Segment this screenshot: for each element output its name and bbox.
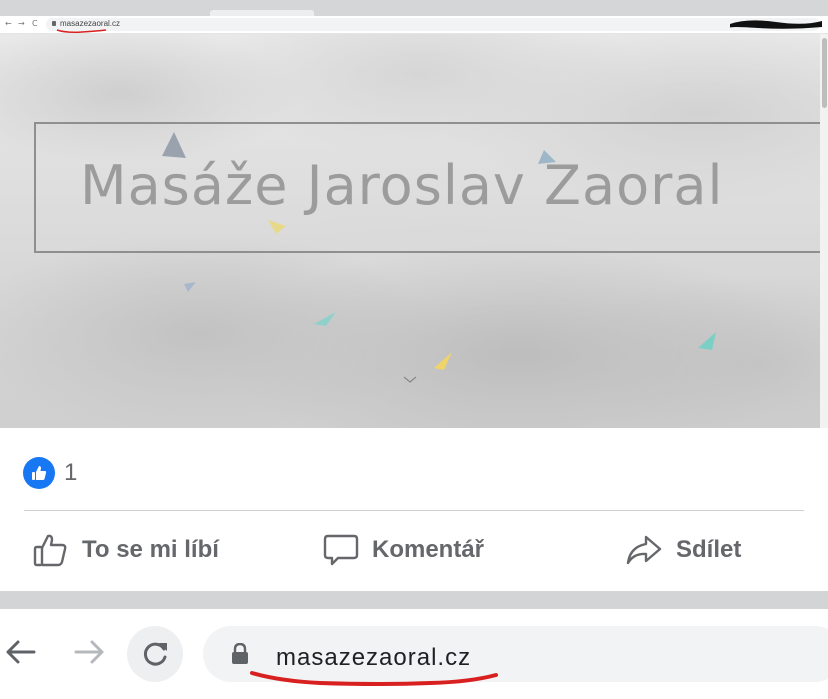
like-button[interactable]: To se mi líbí bbox=[32, 524, 219, 576]
scroll-down-chevron-icon[interactable] bbox=[403, 376, 417, 384]
site-title: Masáže Jaroslav Zaoral bbox=[80, 154, 724, 217]
post-footer: 1 To se mi líbí Komentář Sdílet bbox=[0, 428, 828, 591]
lock-icon[interactable] bbox=[231, 643, 249, 665]
reload-icon bbox=[143, 642, 167, 666]
comment-button-label: Komentář bbox=[372, 536, 485, 563]
site-scroll-thumb[interactable] bbox=[822, 38, 827, 108]
decor-triangle-yellow-2 bbox=[434, 352, 452, 370]
reload-button[interactable] bbox=[127, 626, 183, 682]
forward-button[interactable] bbox=[70, 632, 110, 672]
comment-button[interactable]: Komentář bbox=[322, 524, 484, 576]
mini-browser-bar: ← → C masazezaoral.cz bbox=[0, 16, 828, 34]
decor-triangle-blue bbox=[538, 150, 556, 164]
decor-triangle-gray bbox=[162, 132, 186, 158]
mini-url-text: masazezaoral.cz bbox=[60, 19, 121, 28]
like-button-label: To se mi líbí bbox=[82, 536, 219, 563]
mini-back-icon[interactable]: ← bbox=[5, 19, 12, 28]
thumbs-up-outline-icon bbox=[33, 534, 67, 567]
share-icon bbox=[626, 535, 662, 565]
separator-band bbox=[0, 591, 828, 609]
red-underline-annotation bbox=[250, 671, 498, 686]
like-reaction-icon[interactable] bbox=[23, 457, 55, 489]
share-button[interactable]: Sdílet bbox=[624, 524, 741, 576]
forward-arrow-icon bbox=[74, 640, 104, 664]
back-button[interactable] bbox=[0, 632, 40, 672]
thumbs-up-icon bbox=[32, 466, 47, 480]
website-preview[interactable]: Masáže Jaroslav Zaoral bbox=[0, 34, 828, 428]
mini-address-bar[interactable] bbox=[46, 18, 820, 31]
mini-forward-icon[interactable]: → bbox=[18, 19, 25, 28]
comment-icon bbox=[323, 534, 359, 566]
like-count[interactable]: 1 bbox=[64, 459, 77, 487]
decor-triangle-teal bbox=[314, 312, 336, 326]
decor-triangle-yellow bbox=[268, 220, 286, 234]
mini-reload-icon[interactable]: C bbox=[32, 19, 38, 28]
back-arrow-icon bbox=[6, 640, 36, 664]
decor-triangle-teal-2 bbox=[698, 332, 716, 350]
top-band bbox=[0, 0, 828, 16]
share-button-label: Sdílet bbox=[676, 536, 742, 563]
browser-toolbar: masazezaoral.cz bbox=[0, 609, 828, 699]
redaction-scribble bbox=[729, 20, 822, 29]
divider bbox=[24, 510, 804, 511]
mini-lock-icon bbox=[52, 21, 56, 26]
site-scrollbar[interactable] bbox=[820, 34, 828, 428]
decor-triangle-small bbox=[184, 282, 196, 292]
